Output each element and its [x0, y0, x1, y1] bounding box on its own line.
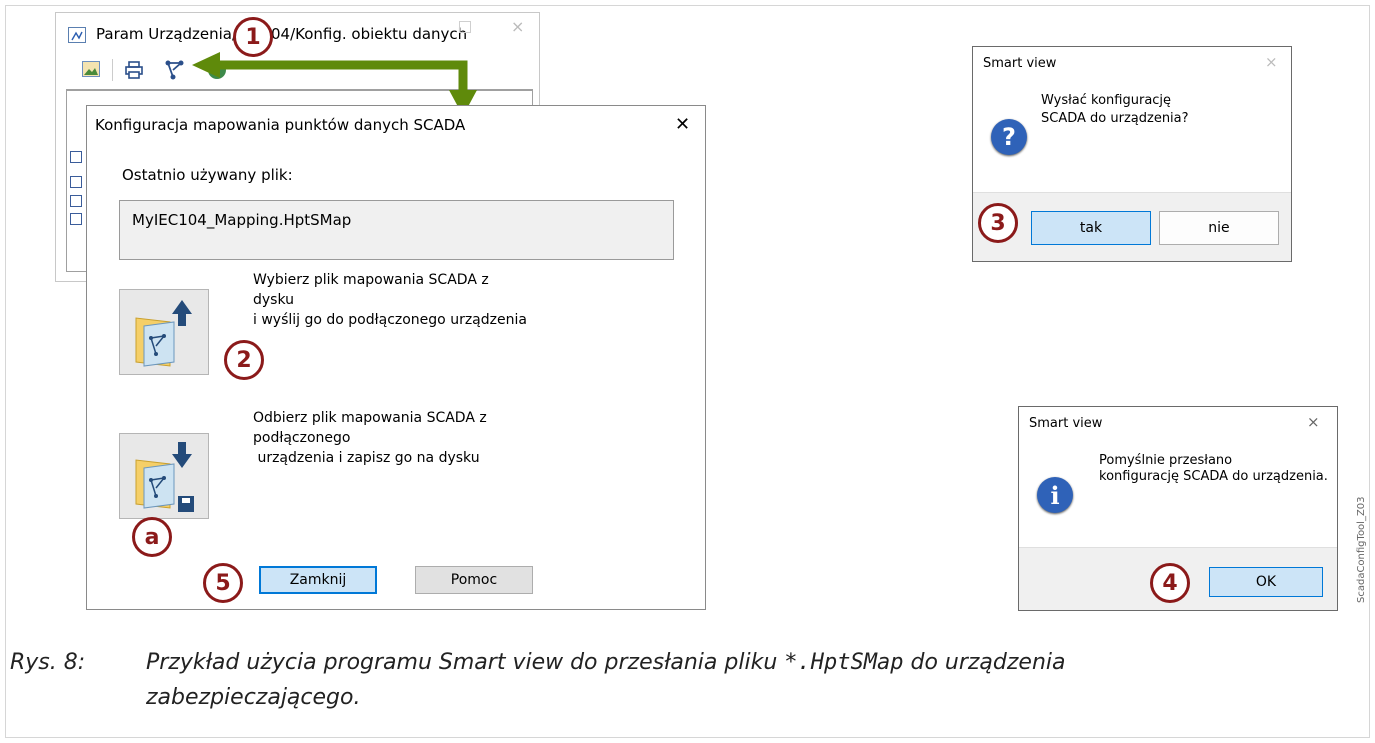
download-description-line2: podłączonego: [253, 430, 351, 446]
success-dialog-title: Smart view: [1029, 416, 1103, 431]
caption-line1-end: do urządzenia: [903, 650, 1066, 675]
caption-line2: zabezpieczającego.: [146, 685, 361, 710]
print-icon[interactable]: [124, 60, 144, 84]
folder-download-icon: [135, 442, 194, 512]
info-icon: i: [1037, 477, 1073, 513]
toolbar-divider: [112, 59, 113, 81]
step-marker-1: 1: [233, 17, 273, 57]
caption-prefix: Rys. 8:: [10, 650, 86, 675]
step-marker-a: a: [132, 517, 172, 557]
scada-map-icon[interactable]: [164, 59, 186, 85]
step-marker-4: 4: [1150, 563, 1190, 603]
confirm-dialog: Smart view × ? Wysłać konfigurację SCADA…: [972, 46, 1292, 262]
step-marker-3: 3: [978, 203, 1018, 243]
confirm-dialog-close-icon[interactable]: ×: [1265, 53, 1278, 71]
success-dialog-close-icon[interactable]: ×: [1307, 413, 1320, 431]
upload-description-line2: dysku: [253, 292, 295, 308]
scada-mapping-dialog: Konfiguracja mapowania punktów danych SC…: [86, 105, 706, 610]
folder-upload-icon: [135, 300, 192, 367]
window-app-icon: [68, 27, 86, 43]
tree-node-icon: [70, 151, 82, 163]
confirm-message-line2: SCADA do urządzenia?: [1041, 111, 1189, 126]
param-window-close-icon[interactable]: ×: [511, 17, 524, 36]
caption-line1-start: Przykład użycia programu Smart view do p…: [146, 650, 785, 675]
tree-node-icon: [70, 213, 82, 225]
question-icon: ?: [991, 119, 1027, 155]
upload-description-line1: Wybierz plik mapowania SCADA z: [253, 272, 489, 288]
upload-mapping-button[interactable]: [119, 289, 209, 375]
figure-id-label: ScadaConfigTool_Z03: [1356, 496, 1367, 603]
param-window-title: Param Urządzenia/IEC104/Konfig. obiektu …: [96, 25, 468, 43]
recent-file-field[interactable]: MyIEC104_Mapping.HptSMap: [119, 200, 674, 260]
param-window-maximize-icon[interactable]: [459, 21, 471, 33]
confirm-message-line1: Wysłać konfigurację: [1041, 93, 1172, 108]
confirm-dialog-title: Smart view: [983, 56, 1057, 71]
recent-file-label: Ostatnio używany plik:: [122, 166, 293, 184]
ok-button[interactable]: OK: [1209, 567, 1323, 597]
no-button[interactable]: nie: [1159, 211, 1279, 245]
download-mapping-button[interactable]: [119, 433, 209, 519]
step-marker-2: 2: [224, 340, 264, 380]
help-button[interactable]: Pomoc: [415, 566, 533, 594]
upload-description-line3: i wyślij go do podłączonego urządzenia: [253, 312, 527, 328]
caption-file-extension: *.HptSMap: [784, 650, 904, 675]
success-message-line1: Pomyślnie przesłano: [1099, 453, 1233, 468]
close-button[interactable]: Zamknij: [259, 566, 377, 594]
tree-node-icon: [70, 176, 82, 188]
download-description-line1: Odbierz plik mapowania SCADA z: [253, 410, 487, 426]
tree-node-icon: [70, 195, 82, 207]
image-icon[interactable]: [82, 61, 100, 77]
yes-button[interactable]: tak: [1031, 211, 1151, 245]
success-message-line2: konfigurację SCADA do urządzenia.: [1099, 469, 1328, 484]
recent-file-value: MyIEC104_Mapping.HptSMap: [132, 211, 352, 229]
scada-dialog-close-icon[interactable]: ✕: [675, 114, 690, 135]
download-description-line3: urządzenia i zapisz go na dysku: [253, 450, 480, 466]
step-marker-5: 5: [203, 563, 243, 603]
caption-line1: Przykład użycia programu Smart view do p…: [146, 650, 1066, 675]
scada-dialog-title: Konfiguracja mapowania punktów danych SC…: [95, 116, 466, 134]
